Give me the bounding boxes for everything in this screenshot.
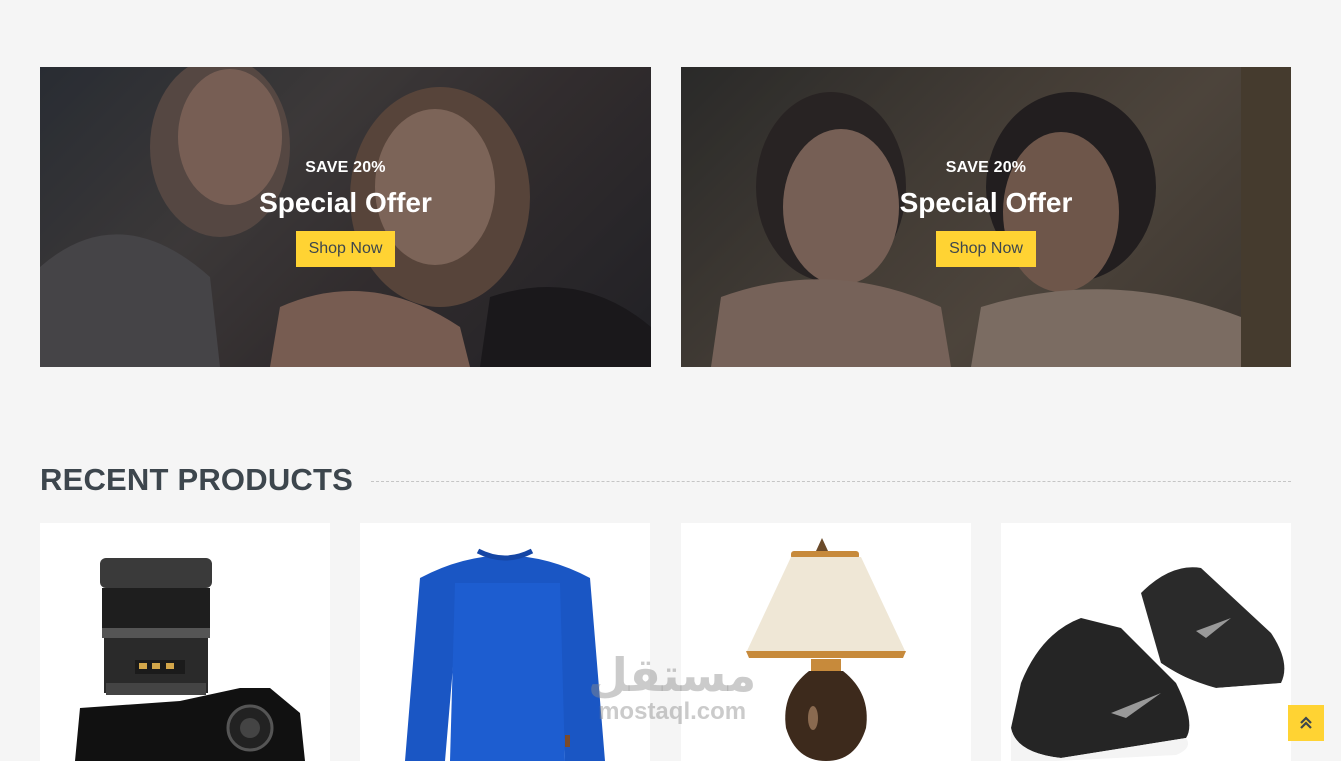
watermark-latin: mostaql.com: [598, 698, 747, 725]
offer-banner-2: SAVE 20% Special Offer Shop Now: [681, 67, 1291, 367]
product-card-1[interactable]: [40, 523, 330, 761]
double-chevron-up-icon: [1300, 716, 1312, 729]
shop-now-button[interactable]: Shop Now: [295, 231, 396, 267]
sneakers-image[interactable]: [1001, 523, 1291, 761]
recent-products-header: RECENT PRODUCTS: [40, 462, 1291, 498]
section-divider: [371, 480, 1291, 482]
table-lamp-image[interactable]: [681, 523, 971, 761]
watermark: مستقل mostaql.com: [588, 652, 756, 724]
blue-sweater-image[interactable]: [360, 523, 650, 761]
product-card-2[interactable]: [360, 523, 650, 761]
camera-image[interactable]: [40, 523, 330, 761]
product-card-3[interactable]: [681, 523, 971, 761]
section-title: RECENT PRODUCTS: [40, 462, 354, 497]
offer-save-label: SAVE 20%: [305, 159, 386, 176]
shop-now-button[interactable]: Shop Now: [936, 231, 1036, 267]
watermark-arabic: مستقل: [588, 648, 757, 702]
back-to-top-button[interactable]: [1288, 705, 1324, 741]
offer-title: Special Offer: [259, 187, 432, 218]
offer-title: Special Offer: [899, 187, 1073, 218]
offer-save-label: SAVE 20%: [945, 159, 1027, 176]
offer-banner-1: SAVE 20% Special Offer Shop Now: [40, 67, 651, 367]
product-card-4[interactable]: [1001, 523, 1291, 761]
